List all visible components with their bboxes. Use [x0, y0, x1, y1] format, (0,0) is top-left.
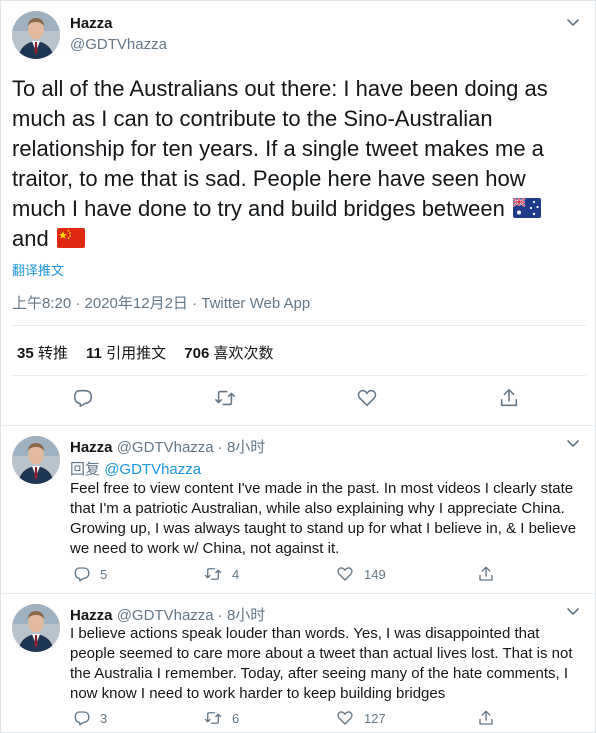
- reply-text-line: Feel free to view content I've made in t…: [70, 480, 574, 497]
- like-count: 127: [364, 711, 386, 726]
- tweet-actions: [1, 387, 596, 413]
- tweet-text-line: much as I can to contribute to the Sino-…: [12, 106, 493, 131]
- replying-to-mention[interactable]: @GDTVhazza: [104, 461, 201, 478]
- reply-text-line: that I'm a patriotic Australian, while a…: [70, 500, 565, 517]
- retweet-count: 4: [232, 567, 240, 582]
- retweet-icon[interactable]: [214, 387, 236, 409]
- reply-count: 5: [100, 567, 108, 582]
- author-name[interactable]: Hazza: [70, 607, 113, 624]
- tweet-text-fragment: much I have done to try and build bridge…: [12, 196, 505, 221]
- tweet-timestamp[interactable]: 上午8:20 · 2020年12月2日 · Twitter Web App: [12, 292, 310, 313]
- reply-header: Hazza @GDTVhazza · 8小时: [70, 604, 265, 625]
- replying-to-label: 回复: [70, 461, 101, 478]
- share-icon[interactable]: [477, 565, 495, 583]
- retweet-icon[interactable]: [204, 565, 222, 583]
- australia-flag-icon: [513, 198, 541, 218]
- dot-separator: ·: [217, 439, 223, 456]
- reply-time[interactable]: 8小时: [227, 607, 265, 624]
- reply-icon[interactable]: [73, 709, 91, 727]
- reply-text-line: people seemed to care more about a tweet…: [70, 645, 573, 662]
- reply-icon[interactable]: [72, 387, 94, 409]
- dot-separator: ·: [217, 607, 223, 624]
- quotes-stat[interactable]: 11 引用推文: [86, 345, 166, 362]
- author-handle[interactable]: @GDTVhazza: [117, 607, 214, 624]
- reply-header: Hazza @GDTVhazza · 8小时: [70, 436, 265, 457]
- reply-text-line: Growing up, I was always taught to stand…: [70, 520, 577, 537]
- share-icon[interactable]: [498, 387, 520, 409]
- reply-time[interactable]: 8小时: [227, 439, 265, 456]
- author-handle[interactable]: @GDTVhazza: [117, 439, 214, 456]
- retweet-count: 6: [232, 711, 240, 726]
- main-tweet[interactable]: Hazza @GDTVhazza To all of the Australia…: [1, 1, 596, 425]
- replying-to: 回复 @GDTVhazza: [70, 458, 201, 479]
- likes-stat[interactable]: 706 喜欢次数: [184, 345, 273, 362]
- like-icon[interactable]: [336, 565, 354, 583]
- tweet-text: To all of the Australians out there: I h…: [12, 74, 587, 254]
- avatar[interactable]: [12, 604, 60, 652]
- like-icon[interactable]: [356, 387, 378, 409]
- translate-link[interactable]: 翻译推文: [12, 260, 64, 279]
- tweet-text-line: relationship for ten years. If a single …: [12, 136, 544, 161]
- chevron-down-icon[interactable]: [565, 17, 581, 29]
- reply-count: 3: [100, 711, 108, 726]
- reply-text-line: we need to work w/ China, not against it…: [70, 540, 340, 557]
- tweet-text-line: To all of the Australians out there: I h…: [12, 76, 548, 101]
- like-icon[interactable]: [336, 709, 354, 727]
- reply-actions: 3 6 127: [1, 709, 596, 731]
- retweet-icon[interactable]: [204, 709, 222, 727]
- tweet-text-fragment: and: [12, 226, 49, 251]
- tweet-thread: Hazza @GDTVhazza To all of the Australia…: [0, 0, 596, 733]
- retweets-stat[interactable]: 35 转推: [17, 345, 68, 362]
- reply-actions: 5 4 149: [1, 565, 596, 587]
- author-name[interactable]: Hazza: [70, 439, 113, 456]
- reply-text: I believe actions speak louder than word…: [70, 624, 585, 704]
- tweet-text-line: traitor, to me that is sad. People here …: [12, 166, 526, 191]
- avatar[interactable]: [12, 11, 60, 59]
- reply-tweet[interactable]: Hazza @GDTVhazza · 8小时 回复 @GDTVhazza Fee…: [1, 426, 596, 593]
- chevron-down-icon[interactable]: [565, 606, 581, 618]
- reply-text-line: I believe actions speak louder than word…: [70, 625, 540, 642]
- reply-text-line: the Australia I remember. Today, after s…: [70, 665, 569, 682]
- tweet-text-line: and: [12, 224, 587, 254]
- divider: [12, 375, 586, 376]
- tweet-text-line: much I have done to try and build bridge…: [12, 194, 587, 224]
- chevron-down-icon[interactable]: [565, 438, 581, 450]
- tweet-stats: 35 转推 11 引用推文 706 喜欢次数: [17, 342, 273, 363]
- reply-icon[interactable]: [73, 565, 91, 583]
- divider: [12, 325, 586, 326]
- reply-text: Feel free to view content I've made in t…: [70, 479, 585, 559]
- reply-text-line: now know I need to work harder to keep b…: [70, 685, 446, 702]
- like-count: 149: [364, 567, 386, 582]
- avatar[interactable]: [12, 436, 60, 484]
- author-handle[interactable]: @GDTVhazza: [70, 36, 167, 53]
- reply-tweet[interactable]: Hazza @GDTVhazza · 8小时 I believe actions…: [1, 594, 596, 733]
- china-flag-icon: [56, 228, 85, 248]
- author-name[interactable]: Hazza: [70, 15, 113, 32]
- share-icon[interactable]: [477, 709, 495, 727]
